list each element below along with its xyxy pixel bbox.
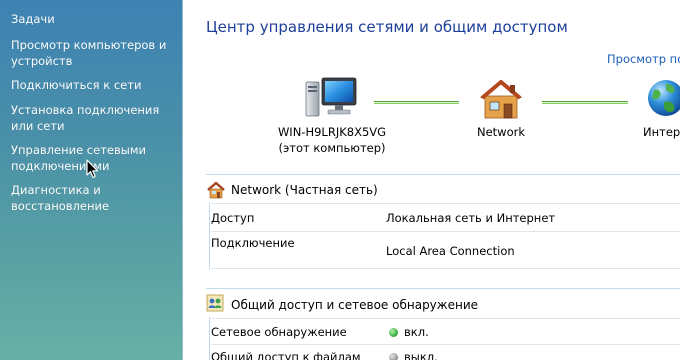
row-separator [211, 318, 680, 319]
sharing-section-rule [209, 317, 210, 360]
section-divider-1 [206, 174, 680, 175]
connector-line-computer-network [374, 101, 459, 104]
tasks-header: Задачи [11, 12, 55, 26]
sharing-users-icon [206, 294, 224, 312]
connection-label: Подключение [211, 236, 295, 250]
network-section-rule [209, 202, 210, 270]
status-off-icon [389, 353, 398, 360]
connector-line-network-internet [542, 101, 628, 104]
internet-label: Интер [643, 125, 680, 139]
view-full-map-link[interactable]: Просмотр по [607, 52, 680, 66]
file-sharing-value: выкл. [404, 350, 438, 360]
network-section-title: Network (Частная сеть) [231, 183, 378, 197]
row-separator [211, 268, 680, 269]
access-value: Локальная сеть и Интернет [386, 211, 556, 225]
mouse-cursor-icon [86, 159, 99, 179]
network-discovery-label: Сетевое обнаружение [211, 325, 347, 339]
connection-value-link[interactable]: Local Area Connection [386, 244, 515, 258]
computer-name: WIN-H9LRJK8X5VG [277, 125, 387, 139]
row-separator [211, 344, 680, 345]
sidebar-item-connect-network[interactable]: Подключиться к сети [11, 77, 176, 93]
house-network-icon[interactable] [476, 76, 526, 120]
computer-note: (этот компьютер) [278, 141, 386, 155]
sidebar-item-view-computers[interactable]: Просмотр компьютеров и устройств [11, 37, 176, 69]
sidebar-item-diagnose-repair[interactable]: Диагностика и восстановление [11, 182, 176, 214]
small-house-icon [207, 181, 225, 199]
sidebar-item-setup-connection[interactable]: Установка подключения или сети [11, 102, 176, 134]
sharing-section-title: Общий доступ и сетевое обнаружение [231, 298, 479, 312]
file-sharing-label: Общий доступ к файлам [211, 350, 361, 360]
page-title: Центр управления сетями и общим доступом [206, 18, 568, 36]
task-pane: Задачи Просмотр компьютеров и устройств … [0, 0, 183, 360]
computer-icon[interactable] [302, 74, 360, 122]
network-discovery-value: вкл. [404, 325, 429, 339]
row-separator [211, 203, 680, 204]
section-divider-2 [206, 288, 680, 289]
main-panel: Центр управления сетями и общим доступом… [184, 0, 680, 360]
internet-globe-icon[interactable] [646, 78, 680, 120]
row-separator [211, 231, 680, 232]
access-label: Доступ [211, 211, 255, 225]
network-label: Network [476, 125, 526, 139]
status-on-icon [389, 328, 398, 337]
